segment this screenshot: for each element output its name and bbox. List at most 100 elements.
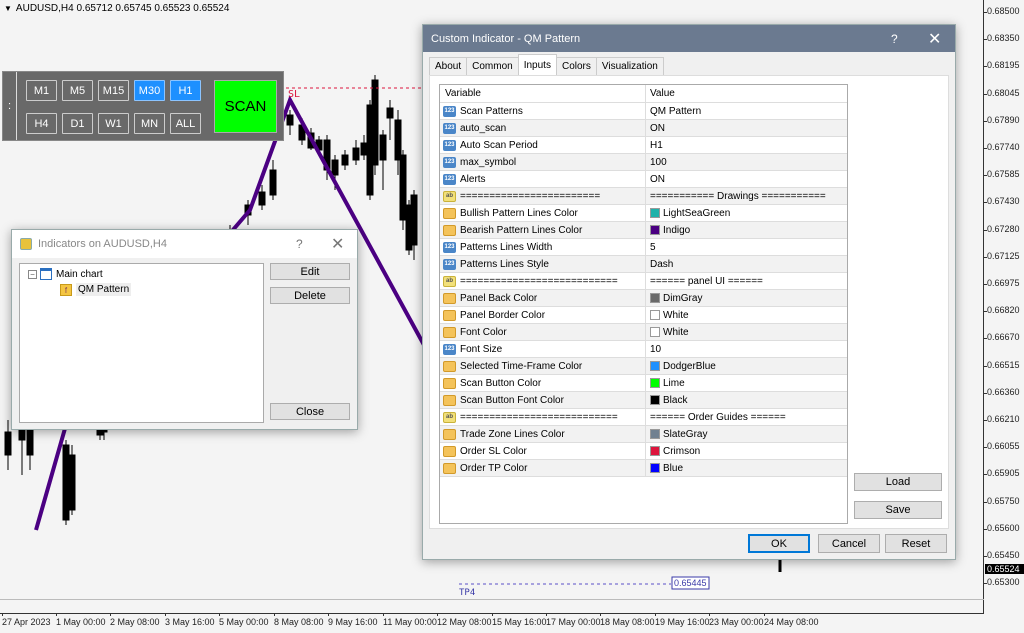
timeframe-button-m30[interactable]: M30: [134, 80, 165, 101]
price-axis[interactable]: 0.68500 0.68350 0.68195 0.68045 0.67890 0.677…: [984, 0, 1024, 633]
price-tick-label: 0.68195: [984, 60, 1020, 71]
reset-button[interactable]: Reset: [885, 534, 947, 553]
delete-button[interactable]: Delete: [270, 287, 350, 304]
close-button[interactable]: Close: [270, 403, 350, 420]
param-value-cell[interactable]: ON: [646, 171, 847, 187]
tree-node-main-chart[interactable]: − Main chart: [28, 268, 103, 280]
candle-body: [352, 147, 360, 161]
param-value-cell[interactable]: Blue: [646, 460, 847, 476]
param-value: ====== panel UI ======: [650, 275, 763, 287]
param-value-cell[interactable]: Crimson: [646, 443, 847, 459]
param-row[interactable]: Scan Button Font Color Black: [440, 392, 847, 409]
timeframe-button-all[interactable]: ALL: [170, 113, 201, 134]
dialog-titlebar[interactable]: Indicators on AUDUSD,H4 ? ✕: [12, 230, 357, 258]
param-value-cell[interactable]: White: [646, 324, 847, 340]
param-value: Blue: [663, 462, 684, 474]
param-value-cell[interactable]: Dash: [646, 256, 847, 272]
param-value-cell[interactable]: Indigo: [646, 222, 847, 238]
param-value-cell[interactable]: Lime: [646, 375, 847, 391]
save-button[interactable]: Save: [854, 501, 942, 519]
indicator-tree[interactable]: − Main chart f QM Pattern: [19, 263, 264, 423]
param-value-cell[interactable]: 5: [646, 239, 847, 255]
tree-node-qm-pattern[interactable]: f QM Pattern: [60, 283, 132, 296]
timeframe-button-m15[interactable]: M15: [98, 80, 129, 101]
param-row[interactable]: ab =========================== ====== pane…: [440, 273, 847, 290]
candle-body: [62, 444, 70, 521]
close-icon[interactable]: ✕: [928, 29, 941, 49]
param-row[interactable]: Panel Border Color White: [440, 307, 847, 324]
inputs-table[interactable]: Variable Value 123 Scan Patterns QM Patter…: [439, 84, 848, 524]
param-row[interactable]: 123 Patterns Lines Style Dash: [440, 256, 847, 273]
param-row[interactable]: Panel Back Color DimGray: [440, 290, 847, 307]
scan-button[interactable]: SCAN: [214, 80, 277, 133]
timeframe-button-h4[interactable]: H4: [26, 113, 57, 134]
param-row[interactable]: Font Color White: [440, 324, 847, 341]
column-header-variable[interactable]: Variable: [440, 85, 646, 102]
price-tick-label: 0.65750: [984, 495, 1020, 506]
param-row[interactable]: Bullish Pattern Lines Color LightSeaGreen: [440, 205, 847, 222]
timeframe-button-mn[interactable]: MN: [134, 113, 165, 134]
tab-about[interactable]: About: [429, 57, 468, 75]
param-value-cell[interactable]: H1: [646, 137, 847, 153]
param-name-cell: 123 Scan Patterns: [440, 103, 646, 119]
load-button[interactable]: Load: [854, 473, 942, 491]
param-value-cell[interactable]: 100: [646, 154, 847, 170]
param-row[interactable]: Scan Button Color Lime: [440, 375, 847, 392]
param-value-cell[interactable]: ====== panel UI ======: [646, 273, 847, 289]
timeframe-button-m5[interactable]: M5: [62, 80, 93, 101]
param-value: ====== Order Guides ======: [650, 411, 786, 423]
edit-button[interactable]: Edit: [270, 263, 350, 280]
param-name-cell: Font Color: [440, 324, 646, 340]
tab-visualization[interactable]: Visualization: [595, 57, 664, 75]
param-row[interactable]: Order SL Color Crimson: [440, 443, 847, 460]
param-row[interactable]: 123 Font Size 10: [440, 341, 847, 358]
timeframe-button-m1[interactable]: M1: [26, 80, 57, 101]
param-value: =========== Drawings ===========: [650, 190, 826, 202]
param-row[interactable]: Bearish Pattern Lines Color Indigo: [440, 222, 847, 239]
param-value-cell[interactable]: 10: [646, 341, 847, 357]
timeframe-button-d1[interactable]: D1: [62, 113, 93, 134]
current-price-label: 0.65524: [985, 564, 1024, 574]
param-row[interactable]: 123 Patterns Lines Width 5: [440, 239, 847, 256]
param-value-cell[interactable]: ====== Order Guides ======: [646, 409, 847, 425]
param-value-cell[interactable]: White: [646, 307, 847, 323]
param-row[interactable]: ab ======================== =========== Dr…: [440, 188, 847, 205]
param-row[interactable]: ab =========================== ====== Orde…: [440, 409, 847, 426]
param-value-cell[interactable]: =========== Drawings ===========: [646, 188, 847, 204]
param-value-cell[interactable]: Black: [646, 392, 847, 408]
help-button[interactable]: ?: [296, 237, 303, 251]
price-tick-label: 0.66055: [984, 441, 1020, 452]
price-tick-label: 0.67125: [984, 250, 1020, 261]
panel-drag-handle[interactable]: :: [3, 72, 17, 140]
tab-colors[interactable]: Colors: [555, 57, 597, 75]
ok-button[interactable]: OK: [748, 534, 810, 553]
tab-inputs[interactable]: Inputs: [517, 54, 557, 75]
close-icon[interactable]: ✕: [331, 234, 344, 254]
price-tick-label: 0.66820: [984, 305, 1020, 316]
param-value-cell[interactable]: DimGray: [646, 290, 847, 306]
timeframe-button-w1[interactable]: W1: [98, 113, 129, 134]
price-tick-label: 0.66360: [984, 386, 1020, 397]
column-header-value[interactable]: Value: [646, 85, 847, 102]
param-row[interactable]: 123 Alerts ON: [440, 171, 847, 188]
param-value-cell[interactable]: QM Pattern: [646, 103, 847, 119]
param-value-cell[interactable]: DodgerBlue: [646, 358, 847, 374]
dialog-titlebar[interactable]: Custom Indicator - QM Pattern ? ✕: [423, 25, 955, 52]
param-row[interactable]: 123 auto_scan ON: [440, 120, 847, 137]
number-type-icon: 123: [443, 258, 456, 270]
help-button[interactable]: ?: [891, 32, 898, 46]
param-value-cell[interactable]: ON: [646, 120, 847, 136]
timeframe-button-h1[interactable]: H1: [170, 80, 201, 101]
param-row[interactable]: 123 Scan Patterns QM Pattern: [440, 103, 847, 120]
param-value-cell[interactable]: SlateGray: [646, 426, 847, 442]
dropdown-arrow-icon[interactable]: ▼: [4, 4, 12, 13]
param-value-cell[interactable]: LightSeaGreen: [646, 205, 847, 221]
cancel-button[interactable]: Cancel: [818, 534, 880, 553]
param-row[interactable]: Trade Zone Lines Color SlateGray: [440, 426, 847, 443]
param-row[interactable]: 123 Auto Scan Period H1: [440, 137, 847, 154]
param-row[interactable]: Order TP Color Blue: [440, 460, 847, 477]
param-row[interactable]: Selected Time-Frame Color DodgerBlue: [440, 358, 847, 375]
collapse-icon[interactable]: −: [28, 269, 37, 279]
tab-common[interactable]: Common: [466, 57, 519, 75]
param-row[interactable]: 123 max_symbol 100: [440, 154, 847, 171]
